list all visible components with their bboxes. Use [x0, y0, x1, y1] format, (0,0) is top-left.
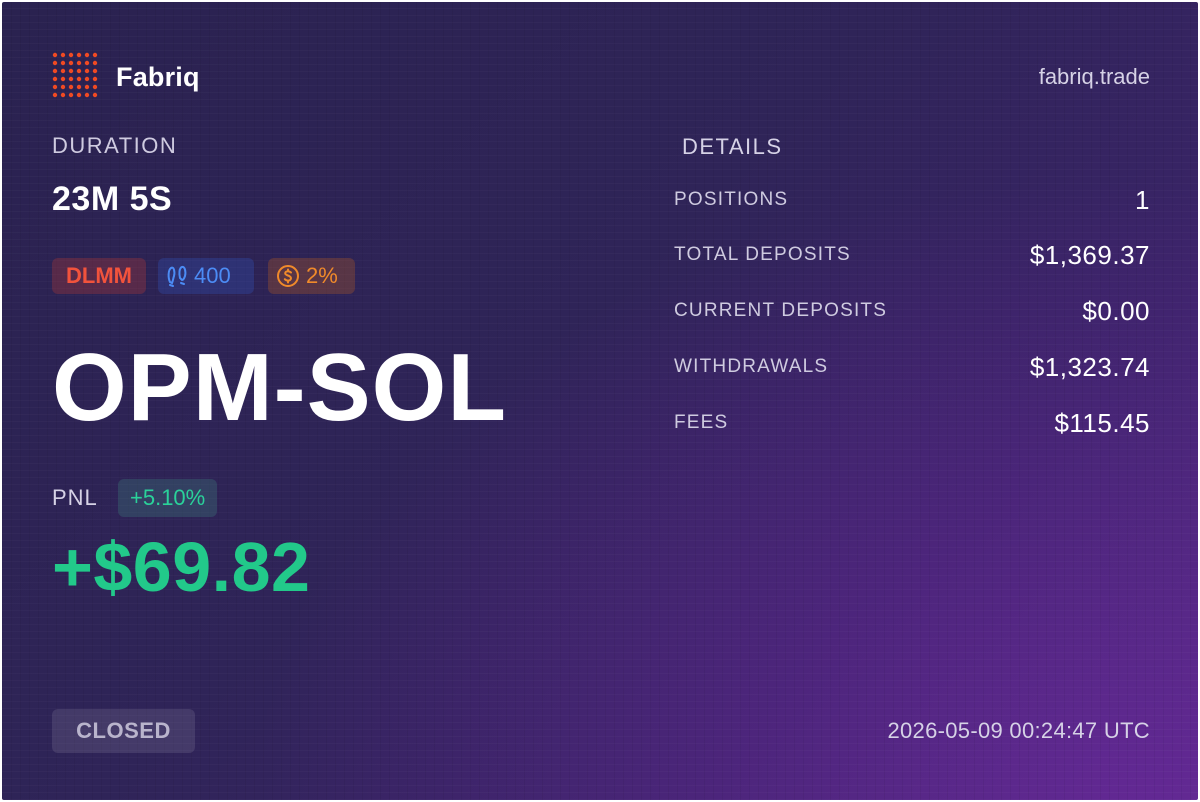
status-badge: CLOSED	[52, 709, 195, 753]
pnl-label: PNL	[52, 485, 98, 510]
detail-row-total-deposits: TOTAL DEPOSITS $1,369.37	[674, 237, 1150, 273]
detail-key: FEES	[674, 412, 729, 433]
pnl-percent-badge: +5.10%	[118, 479, 218, 517]
duration-value: 23M 5S	[52, 180, 173, 218]
site-url: fabriq.trade	[1038, 64, 1150, 89]
pool-type-badge: DLMM	[52, 258, 146, 294]
detail-key: TOTAL DEPOSITS	[674, 244, 851, 265]
pnl-value: +$69.82	[52, 528, 311, 606]
detail-row-withdrawals: WITHDRAWALS $1,323.74	[674, 349, 1150, 385]
detail-value: 1	[1135, 184, 1150, 215]
detail-row-fees: FEES $115.45	[674, 405, 1150, 441]
detail-value: $1,369.37	[1029, 239, 1150, 270]
detail-value: $115.45	[1054, 407, 1150, 438]
detail-row-positions: POSITIONS 1	[674, 182, 1150, 218]
footprints-icon	[167, 265, 187, 287]
detail-key: WITHDRAWALS	[674, 356, 829, 377]
trading-pair: OPM-SOL	[52, 334, 507, 441]
bin-step-value: 400	[194, 263, 231, 288]
detail-key: POSITIONS	[674, 189, 789, 210]
dollar-coin-icon	[277, 265, 299, 287]
details-heading: DETAILS	[682, 134, 783, 159]
detail-row-current-deposits: CURRENT DEPOSITS $0.00	[674, 293, 1150, 329]
bin-step-badge: 400	[158, 258, 254, 294]
pool-type-label: DLMM	[66, 263, 132, 288]
brand-name: Fabriq	[116, 62, 200, 92]
fabriq-logo-icon	[52, 52, 98, 98]
pnl-share-card: Fabriq fabriq.trade DURATION 23M 5S DLMM…	[2, 2, 1198, 800]
closed-timestamp: 2026-05-09 00:24:47 UTC	[887, 718, 1150, 743]
detail-key: CURRENT DEPOSITS	[674, 300, 888, 321]
detail-value: $1,323.74	[1029, 351, 1150, 382]
fee-value: 2%	[306, 263, 338, 288]
fee-badge: 2%	[268, 258, 355, 294]
duration-label: DURATION	[52, 133, 178, 158]
detail-value: $0.00	[1082, 295, 1150, 326]
